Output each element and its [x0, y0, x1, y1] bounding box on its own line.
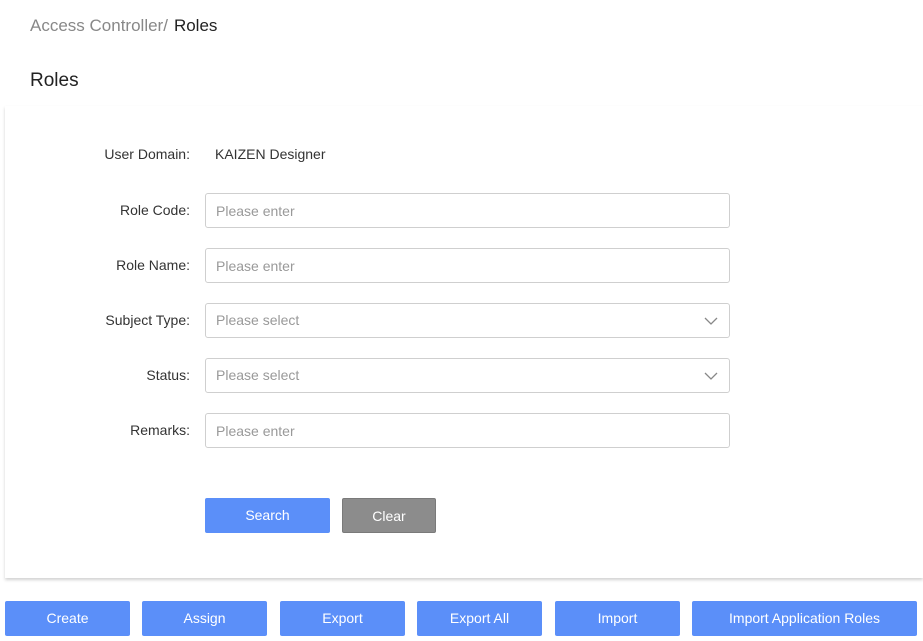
- role-code-label: Role Code:: [119, 202, 190, 218]
- page-title: Roles: [30, 70, 79, 91]
- export-button[interactable]: Export: [280, 601, 405, 636]
- breadcrumb: Access Controller/Roles: [30, 16, 217, 36]
- user-domain-value: KAIZEN Designer: [215, 146, 326, 162]
- subject-type-row: Subject Type: Please select: [5, 303, 923, 338]
- remarks-input[interactable]: [205, 413, 730, 448]
- user-domain-row: User Domain: KAIZEN Designer: [5, 137, 923, 172]
- user-domain-label: User Domain:: [104, 146, 190, 162]
- chevron-down-icon: [704, 372, 718, 380]
- export-all-button[interactable]: Export All: [417, 601, 542, 636]
- breadcrumb-current: Roles: [173, 16, 218, 35]
- status-row: Status: Please select: [5, 358, 923, 393]
- chevron-down-icon: [704, 317, 718, 325]
- clear-button[interactable]: Clear: [342, 498, 436, 533]
- subject-type-label: Subject Type:: [105, 312, 190, 328]
- subject-type-placeholder: Please select: [216, 312, 300, 328]
- status-select[interactable]: Please select: [205, 358, 730, 393]
- remarks-row: Remarks:: [5, 413, 923, 448]
- search-form-panel: User Domain: KAIZEN Designer Role Code: …: [5, 106, 923, 578]
- remarks-label: Remarks:: [130, 422, 190, 438]
- status-label: Status:: [146, 367, 190, 383]
- status-placeholder: Please select: [216, 367, 300, 383]
- role-code-input[interactable]: [205, 193, 730, 228]
- import-application-roles-button[interactable]: Import Application Roles: [692, 601, 917, 636]
- subject-type-select[interactable]: Please select: [205, 303, 730, 338]
- create-button[interactable]: Create: [5, 601, 130, 636]
- breadcrumb-parent[interactable]: Access Controller/: [30, 16, 168, 35]
- role-name-label: Role Name:: [116, 257, 190, 273]
- assign-button[interactable]: Assign: [142, 601, 267, 636]
- role-code-row: Role Code:: [5, 193, 923, 228]
- import-button[interactable]: Import: [555, 601, 680, 636]
- role-name-input[interactable]: [205, 248, 730, 283]
- search-button[interactable]: Search: [205, 498, 330, 533]
- role-name-row: Role Name:: [5, 248, 923, 283]
